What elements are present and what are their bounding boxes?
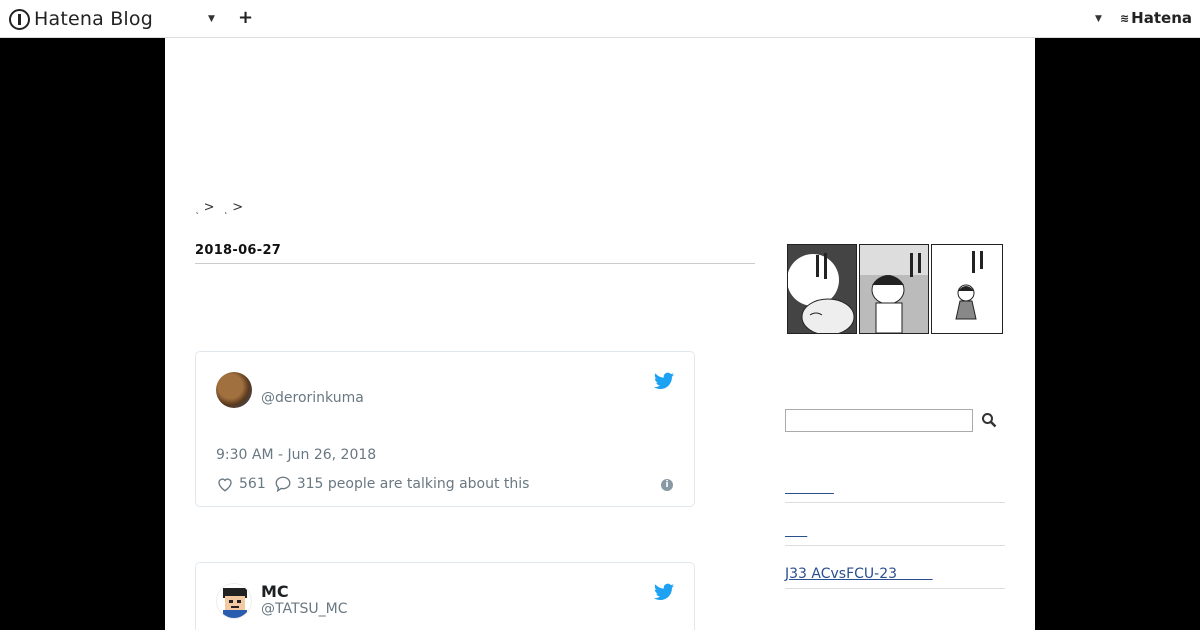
tweet-author-name[interactable]: MC [261, 582, 289, 601]
breadcrumb-item[interactable]: ˛ > [224, 200, 244, 215]
twitter-bird-icon[interactable] [654, 583, 674, 601]
sidebar-link[interactable]: J33 ACvsFCU-23 [785, 566, 933, 582]
tweet-handle[interactable]: @TATSU_MC [261, 601, 348, 617]
hatena-mark-icon: ≋ [1119, 11, 1129, 25]
hatena-blog-logo[interactable]: Hatena Blog [9, 6, 153, 32]
search-icon[interactable] [981, 412, 997, 428]
comment-bubble-icon[interactable] [274, 475, 294, 493]
sidebar-link[interactable] [785, 480, 834, 496]
search-input[interactable] [785, 409, 973, 432]
breadcrumb: ˛ > ˛ > [195, 200, 243, 215]
user-menu-chevron-down-icon[interactable]: ▼ [1095, 14, 1102, 24]
hatena-blog-logo-icon [9, 8, 30, 30]
entry-date[interactable]: 2018-06-27 [195, 243, 755, 264]
info-icon[interactable]: i [661, 479, 673, 491]
manga-panel [931, 244, 1003, 334]
tweet-timestamp[interactable]: 9:30 AM - Jun 26, 2018 [216, 447, 376, 463]
hatena-logo[interactable]: ≋ Hatena [1120, 9, 1192, 27]
top-bar: Hatena Blog ▼ + ▼ ≋ Hatena [0, 0, 1200, 38]
list-item: J33 ACvsFCU-23 [785, 546, 1005, 589]
blog-page: ˛ > ˛ > 2018-06-27 @derorinkuma 9:30 AM … [165, 38, 1035, 630]
list-item [785, 460, 1005, 503]
embedded-tweet[interactable]: @derorinkuma 9:30 AM - Jun 26, 2018 561 … [195, 351, 695, 507]
sidebar-link-list: J33 ACvsFCU-23 [785, 460, 1005, 589]
breadcrumb-item[interactable]: ˛ > [195, 200, 215, 215]
tweet-handle[interactable]: @derorinkuma [261, 390, 364, 406]
sidebar-manga-image[interactable] [787, 244, 1005, 339]
hatena-brand-label: Hatena [1131, 9, 1192, 27]
manga-panel [787, 244, 857, 334]
blog-menu-chevron-down-icon[interactable]: ▼ [208, 14, 215, 24]
heart-icon[interactable] [216, 475, 236, 493]
like-count[interactable]: 561 [239, 476, 266, 492]
talking-count[interactable]: 315 people are talking about this [297, 476, 530, 492]
sidebar-link[interactable] [785, 523, 807, 539]
logo-text: Hatena Blog [34, 8, 153, 30]
list-item [785, 503, 1005, 546]
add-entry-button[interactable]: + [238, 7, 253, 28]
twitter-bird-icon[interactable] [654, 372, 674, 390]
avatar[interactable] [216, 583, 252, 619]
manga-panel [859, 244, 929, 334]
avatar[interactable] [216, 372, 252, 408]
embedded-tweet[interactable]: MC @TATSU_MC [195, 562, 695, 630]
tweet-actions: 561 315 people are talking about this [216, 475, 529, 493]
